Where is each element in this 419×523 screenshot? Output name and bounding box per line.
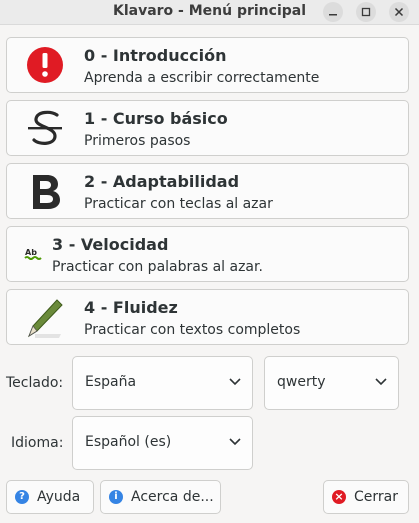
keyboard-label: Teclado: bbox=[6, 375, 64, 391]
menu-item-introduccion[interactable]: 0 - Introducción Aprenda a escribir corr… bbox=[6, 37, 409, 93]
ab-keys-icon: Ab bbox=[24, 248, 42, 260]
close-window-button[interactable] bbox=[389, 2, 409, 22]
menu-item-title: 0 - Introducción bbox=[84, 46, 227, 65]
language-value: Español (es) bbox=[85, 434, 172, 450]
menu-item-title: 4 - Fluidez bbox=[84, 298, 178, 317]
help-icon: ? bbox=[15, 490, 29, 504]
maximize-icon bbox=[361, 7, 371, 17]
menu-item-velocidad[interactable]: Ab 3 - Velocidad Practicar con palabras … bbox=[6, 226, 409, 282]
close-circle-icon: × bbox=[332, 490, 346, 504]
menu-item-subtitle: Practicar con teclas al azar bbox=[84, 196, 273, 212]
minimize-icon bbox=[329, 14, 337, 16]
chevron-down-icon bbox=[229, 438, 241, 446]
language-label: Idioma: bbox=[11, 435, 64, 451]
menu-item-subtitle: Practicar con palabras al azar. bbox=[52, 259, 263, 275]
maximize-button[interactable] bbox=[356, 2, 376, 22]
help-button[interactable]: ? Ayuda bbox=[6, 480, 94, 514]
help-button-label: Ayuda bbox=[37, 489, 81, 505]
menu-item-subtitle: Aprenda a escribir correctamente bbox=[84, 70, 320, 86]
menu-item-adaptabilidad[interactable]: 2 - Adaptabilidad Practicar con teclas a… bbox=[6, 163, 409, 219]
svg-text:Ab: Ab bbox=[25, 248, 37, 257]
stroked-s-icon bbox=[28, 110, 62, 145]
menu-item-curso-basico[interactable]: 1 - Curso básico Primeros pasos bbox=[6, 100, 409, 156]
chevron-down-icon bbox=[229, 378, 241, 386]
menu-item-fluidez[interactable]: 4 - Fluidez Practicar con textos complet… bbox=[6, 289, 409, 345]
bold-b-icon bbox=[33, 175, 60, 209]
minimize-button[interactable] bbox=[323, 2, 343, 22]
title-bar: Klavaro - Menú principal bbox=[0, 0, 419, 25]
close-button-label: Cerrar bbox=[354, 489, 398, 505]
about-button[interactable]: i Acerca de... bbox=[100, 480, 221, 514]
info-icon: i bbox=[109, 490, 123, 504]
keyboard-layout-select[interactable]: qwerty bbox=[264, 356, 399, 410]
close-icon bbox=[394, 7, 404, 17]
menu-item-title: 3 - Velocidad bbox=[52, 235, 169, 254]
menu-item-title: 1 - Curso básico bbox=[84, 109, 228, 128]
keyboard-country-value: España bbox=[85, 374, 137, 390]
menu-item-title: 2 - Adaptabilidad bbox=[84, 172, 240, 191]
close-button[interactable]: × Cerrar bbox=[323, 480, 409, 514]
keyboard-country-select[interactable]: España bbox=[72, 356, 253, 410]
chevron-down-icon bbox=[375, 378, 387, 386]
menu-item-subtitle: Practicar con textos completos bbox=[84, 322, 301, 338]
menu-item-subtitle: Primeros pasos bbox=[84, 133, 191, 149]
keyboard-layout-value: qwerty bbox=[277, 374, 326, 390]
exclamation-icon bbox=[27, 47, 63, 83]
language-select[interactable]: Español (es) bbox=[72, 416, 253, 470]
about-button-label: Acerca de... bbox=[131, 489, 214, 505]
pen-icon bbox=[27, 299, 63, 338]
